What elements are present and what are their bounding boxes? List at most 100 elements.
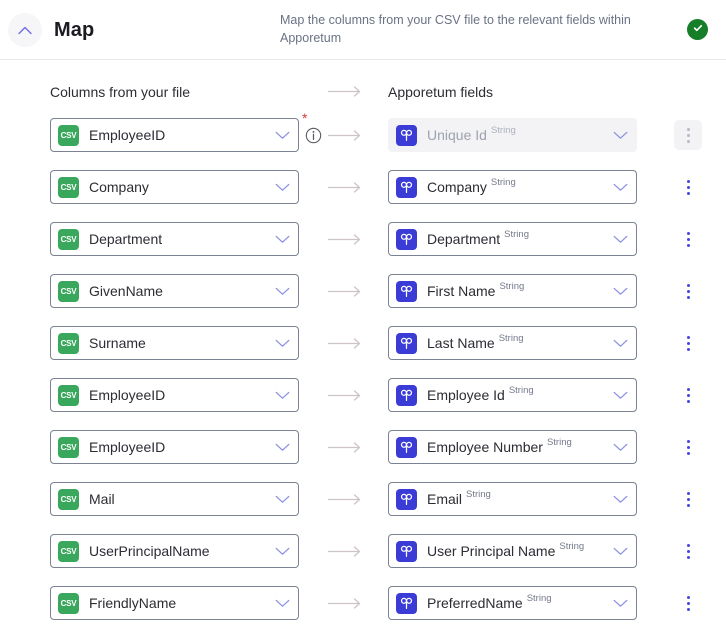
more-vertical-icon <box>686 549 690 553</box>
source-column-select-6[interactable]: CSV EmployeeID <box>50 430 299 464</box>
target-field-select-1[interactable]: Company String <box>388 170 637 204</box>
chevron-down-icon[interactable] <box>269 391 290 400</box>
row-menu-button-3[interactable] <box>674 276 702 306</box>
target-field-select-9[interactable]: PreferredName String <box>388 586 637 620</box>
chevron-down-icon[interactable] <box>607 443 628 452</box>
chevron-down-icon[interactable] <box>607 287 628 296</box>
arrow-right-icon <box>327 388 362 406</box>
target-field-select-5[interactable]: Employee Id String <box>388 378 637 412</box>
target-field-select-3[interactable]: First Name String <box>388 274 637 308</box>
more-vertical-icon <box>686 179 690 183</box>
source-column-value: EmployeeID <box>89 439 166 455</box>
chevron-down-icon[interactable] <box>269 339 290 348</box>
page-title: Map <box>54 19 95 41</box>
csv-icon: CSV <box>58 228 79 250</box>
more-vertical-icon <box>686 607 690 611</box>
target-field-select-4[interactable]: Last Name String <box>388 326 637 360</box>
row-menu-button-4[interactable] <box>674 328 702 358</box>
arrow-right-icon <box>327 284 362 302</box>
target-field-value: Department <box>427 231 501 247</box>
chevron-down-icon[interactable] <box>607 391 628 400</box>
chevron-down-icon[interactable] <box>269 495 290 504</box>
csv-icon: CSV <box>58 176 79 198</box>
required-asterisk: * <box>302 110 308 126</box>
more-vertical-icon <box>686 243 690 247</box>
chevron-down-icon[interactable] <box>269 131 290 140</box>
source-column-select-9[interactable]: CSV FriendlyName <box>50 586 299 620</box>
row-menu-button-8[interactable] <box>674 536 702 566</box>
chevron-down-icon[interactable] <box>607 235 628 244</box>
source-column-select-2[interactable]: CSV Department <box>50 222 299 256</box>
source-column-value: FriendlyName <box>89 595 177 611</box>
row-menu-button-2[interactable] <box>674 224 702 254</box>
arrow-right-icon <box>327 596 362 614</box>
chevron-down-icon[interactable] <box>607 547 628 556</box>
source-column-value: Company <box>89 179 149 195</box>
source-column-select-5[interactable]: CSV EmployeeID <box>50 378 299 412</box>
more-vertical-icon <box>686 237 690 241</box>
more-vertical-icon <box>686 341 690 345</box>
mapping-row: CSV Surname Last Name String <box>0 320 726 372</box>
chevron-down-icon[interactable] <box>269 183 290 192</box>
chevron-down-icon[interactable] <box>607 599 628 608</box>
target-field-select-6[interactable]: Employee Number String <box>388 430 637 464</box>
chevron-down-icon[interactable] <box>607 183 628 192</box>
arrow-right-icon <box>327 492 362 510</box>
target-field-select-7[interactable]: Email String <box>388 482 637 516</box>
csv-icon-label: CSV <box>60 442 77 452</box>
csv-icon-label: CSV <box>60 494 77 504</box>
chevron-down-icon[interactable] <box>269 547 290 556</box>
check-circle-icon <box>692 21 704 39</box>
target-field-type: String <box>559 540 585 552</box>
mapping-row: CSV FriendlyName PreferredName String <box>0 580 726 632</box>
csv-icon-label: CSV <box>60 234 77 244</box>
chevron-down-icon[interactable] <box>607 495 628 504</box>
chevron-down-icon[interactable] <box>269 599 290 608</box>
source-column-value: Department <box>89 231 163 247</box>
apporetum-clover-icon <box>396 176 417 198</box>
source-column-select-3[interactable]: CSV GivenName <box>50 274 299 308</box>
target-field-type: String <box>499 280 525 292</box>
csv-icon-label: CSV <box>60 338 77 348</box>
source-column-select-7[interactable]: CSV Mail <box>50 482 299 516</box>
target-field-value: User Principal Name <box>427 543 556 559</box>
apporetum-clover-icon <box>396 540 417 562</box>
column-headings: Columns from your file Apporetum fields <box>0 78 726 112</box>
more-vertical-icon <box>686 283 690 287</box>
target-field-select-2[interactable]: Department String <box>388 222 637 256</box>
csv-icon: CSV <box>58 540 79 562</box>
apporetum-clover-icon <box>396 488 417 510</box>
source-column-value: GivenName <box>89 283 163 299</box>
info-circle-icon[interactable] <box>305 127 322 144</box>
chevron-down-icon[interactable] <box>269 287 290 296</box>
apporetum-clover-icon <box>396 280 417 302</box>
chevron-down-icon[interactable] <box>269 443 290 452</box>
source-column-select-0[interactable]: CSV EmployeeID <box>50 118 299 152</box>
source-column-value: EmployeeID <box>89 127 166 143</box>
mapping-row: CSV UserPrincipalName User Principal Name S… <box>0 528 726 580</box>
source-column-select-1[interactable]: CSV Company <box>50 170 299 204</box>
csv-icon: CSV <box>58 436 79 458</box>
row-menu-button-1[interactable] <box>674 172 702 202</box>
chevron-down-icon[interactable] <box>269 235 290 244</box>
mapping-row: CSV EmployeeID Employee Id String <box>0 372 726 424</box>
source-column-select-8[interactable]: CSV UserPrincipalName <box>50 534 299 568</box>
target-field-type: String <box>490 124 516 136</box>
row-menu-button-9[interactable] <box>674 588 702 618</box>
arrow-right-icon <box>327 232 362 250</box>
csv-icon-label: CSV <box>60 546 77 556</box>
target-field-type: String <box>490 176 516 188</box>
target-field-type: String <box>508 384 534 396</box>
row-menu-button-6[interactable] <box>674 432 702 462</box>
collapse-panel-button[interactable] <box>8 13 42 47</box>
row-menu-button-5[interactable] <box>674 380 702 410</box>
target-field-select-8[interactable]: User Principal Name String <box>388 534 637 568</box>
more-vertical-icon <box>686 133 690 137</box>
source-column-select-4[interactable]: CSV Surname <box>50 326 299 360</box>
chevron-down-icon[interactable] <box>607 339 628 348</box>
arrow-right-icon <box>327 440 362 458</box>
csv-icon-label: CSV <box>60 130 77 140</box>
row-menu-button-7[interactable] <box>674 484 702 514</box>
mapping-row: CSV EmployeeID Employee Number String <box>0 424 726 476</box>
csv-icon: CSV <box>58 384 79 406</box>
